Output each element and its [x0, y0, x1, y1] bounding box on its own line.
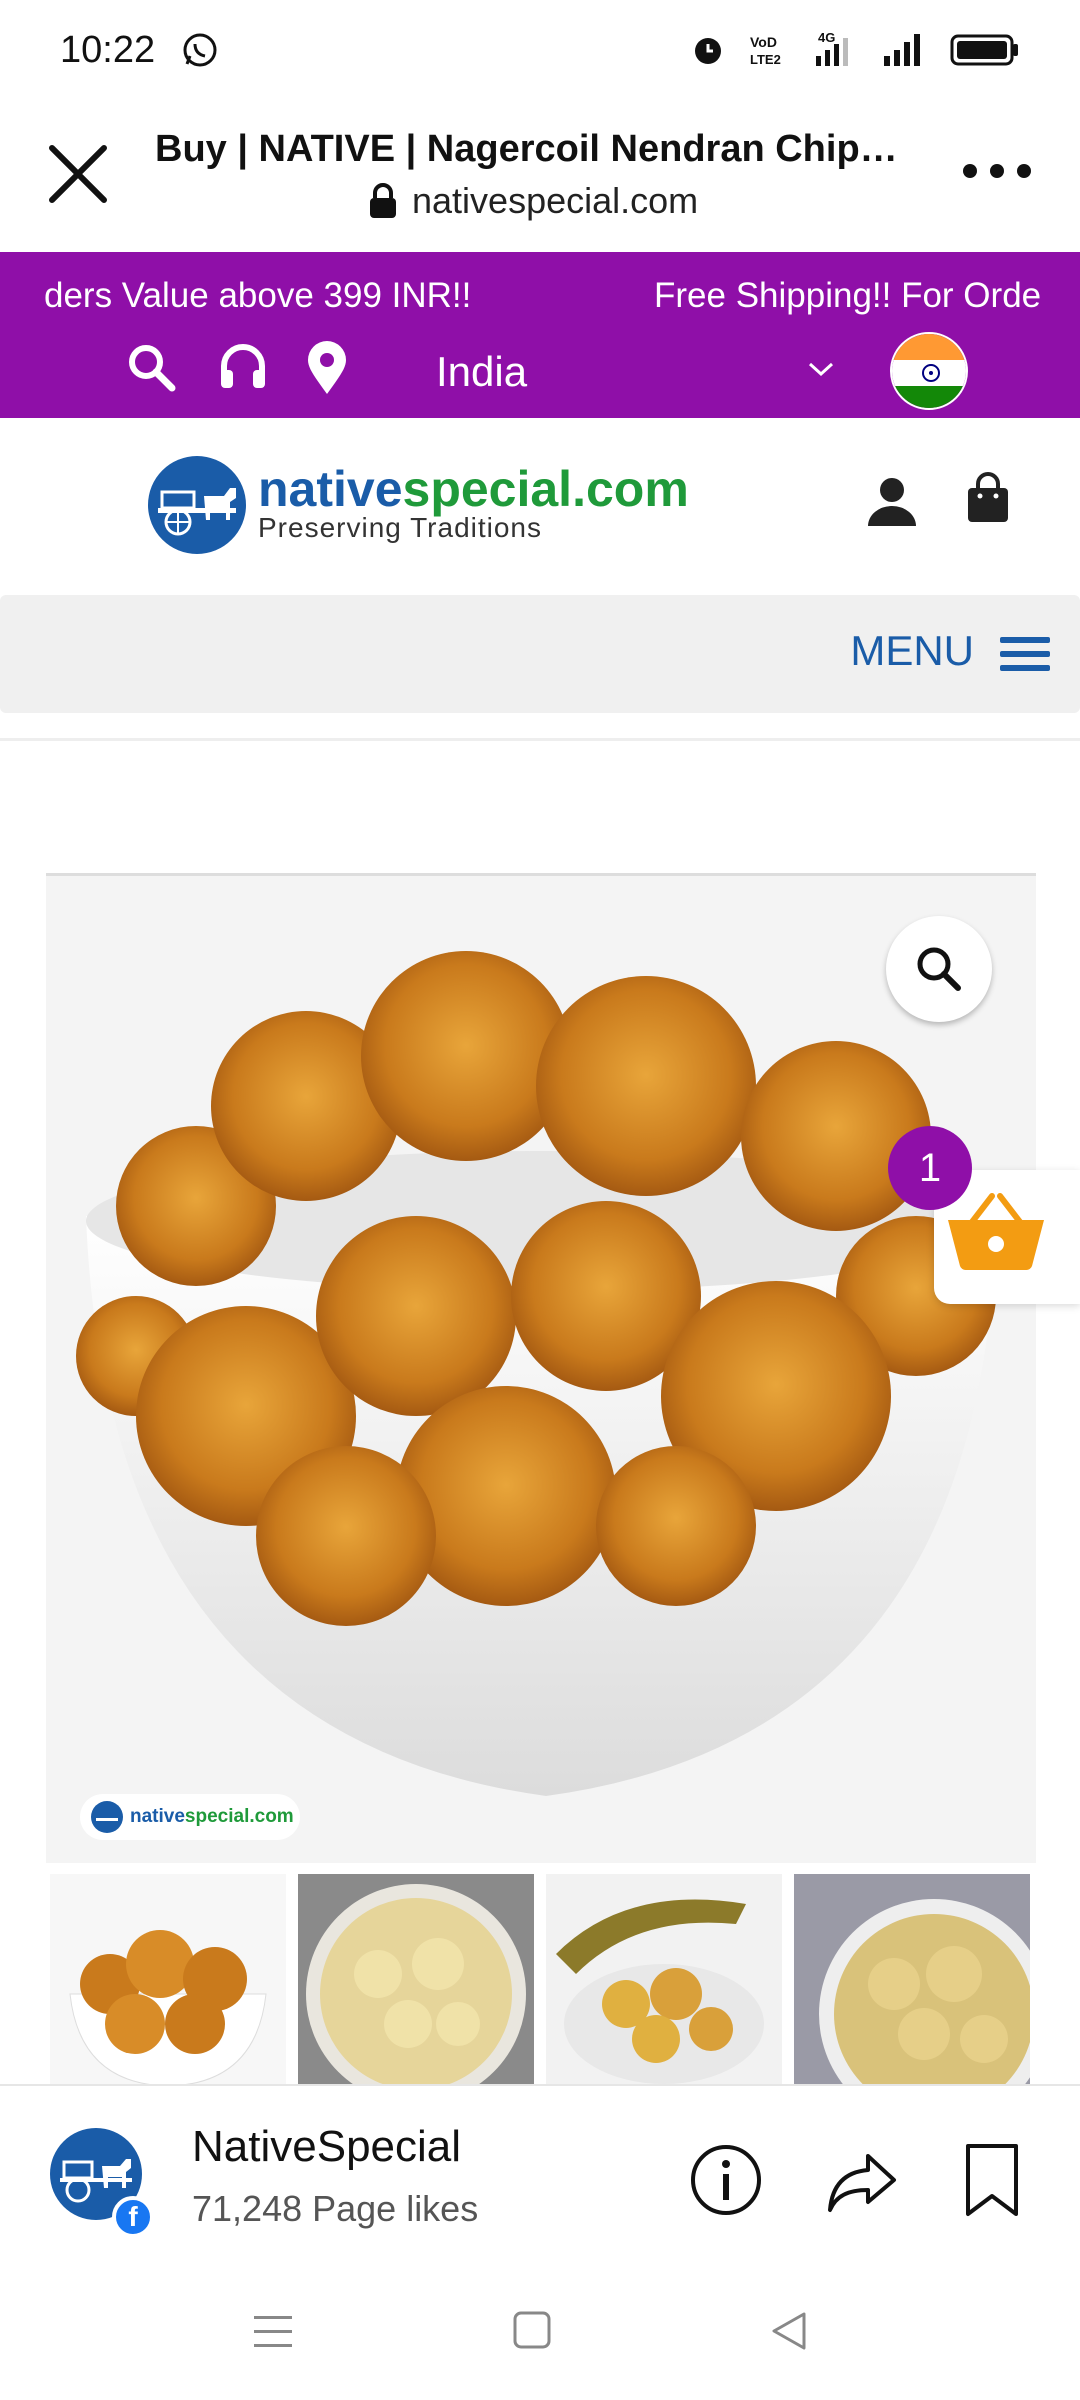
facebook-page-bar: f NativeSpecial 71,248 Page likes	[0, 2084, 1080, 2274]
cart-count-badge: 1	[888, 1126, 972, 1210]
country-select[interactable]: India	[436, 348, 527, 396]
system-nav-bar	[0, 2274, 1080, 2400]
facebook-icon: f	[112, 2196, 154, 2238]
zoom-button[interactable]	[886, 916, 992, 1022]
thumbnail-gallery	[50, 1874, 1050, 2086]
browser-header: Buy | NATIVE | Nagercoil Nendran Chips o…	[0, 100, 1080, 252]
svg-text:LTE2: LTE2	[750, 52, 781, 67]
brand-name-native: native	[258, 461, 403, 517]
menu-bar[interactable]: MENU	[0, 595, 1080, 713]
product-watermark: nativespecial.com	[80, 1794, 300, 1840]
battery-icon	[950, 34, 1018, 66]
india-flag-icon[interactable]	[890, 332, 968, 410]
chevron-down-icon[interactable]	[806, 358, 836, 380]
lock-icon	[370, 183, 396, 218]
brand-name-special: special.com	[402, 461, 689, 517]
back-icon[interactable]	[768, 2310, 808, 2352]
basket-icon	[948, 1193, 1044, 1271]
watermark-special: special.com	[184, 1806, 294, 1827]
menu-label[interactable]: MENU	[850, 627, 974, 675]
user-account-icon[interactable]	[864, 474, 920, 530]
info-icon[interactable]	[688, 2142, 764, 2218]
recent-apps-icon[interactable]	[252, 2310, 294, 2352]
thumbnail-2[interactable]	[298, 1874, 534, 2086]
close-icon[interactable]	[40, 136, 116, 212]
thumbnail-4[interactable]	[794, 1874, 1030, 2086]
shopping-bag-icon[interactable]	[964, 472, 1012, 526]
thumbnail-3[interactable]	[546, 1874, 782, 2086]
url-text: nativespecial.com	[412, 180, 699, 221]
search-icon[interactable]	[124, 340, 178, 394]
logo-emblem[interactable]	[148, 456, 246, 554]
alarm-icon	[695, 38, 721, 64]
brand-tagline: Preserving Traditions	[258, 512, 543, 543]
status-bar: 10:22 VoD LTE2 4G	[0, 0, 1080, 100]
svg-text:4G: 4G	[818, 30, 835, 45]
clock: 10:22	[60, 28, 156, 71]
watermark-logo-icon	[91, 1801, 123, 1833]
shipping-marquee: ders Value above 399 INR!! Free Shipping…	[0, 266, 1080, 316]
4g-signal-icon: 4G	[816, 30, 848, 66]
promo-bar: ders Value above 399 INR!! Free Shipping…	[0, 252, 1080, 418]
magnifier-icon	[917, 947, 961, 991]
share-icon[interactable]	[824, 2142, 900, 2218]
url-display: nativespecial.com	[368, 180, 698, 222]
volte-icon: VoD LTE2	[750, 34, 781, 67]
bookmark-icon[interactable]	[962, 2142, 1022, 2218]
headphones-icon[interactable]	[216, 340, 270, 394]
signal-icon	[884, 34, 920, 66]
divider	[0, 738, 1080, 741]
brand-name[interactable]: nativespecial.com	[258, 460, 689, 518]
more-options-icon[interactable]	[960, 156, 1034, 186]
page-title: Buy | NATIVE | Nagercoil Nendran Chips o…	[155, 128, 915, 170]
marquee-text-left: ders Value above 399 INR!!	[44, 276, 472, 315]
whatsapp-icon	[183, 33, 217, 67]
svg-text:VoD: VoD	[750, 34, 777, 50]
hamburger-menu-icon[interactable]	[998, 633, 1052, 675]
page-likes: 71,248 Page likes	[192, 2188, 479, 2229]
home-icon[interactable]	[512, 2310, 552, 2350]
location-pin-icon[interactable]	[304, 340, 350, 396]
site-header: nativespecial.com Preserving Traditions	[0, 420, 1080, 590]
product-image[interactable]: nativespecial.com	[46, 873, 1036, 1863]
page-name[interactable]: NativeSpecial	[192, 2122, 461, 2172]
watermark-native: native	[130, 1806, 185, 1827]
thumbnail-1[interactable]	[50, 1874, 286, 2086]
marquee-text-right: Free Shipping!! For Orde	[654, 276, 1042, 315]
